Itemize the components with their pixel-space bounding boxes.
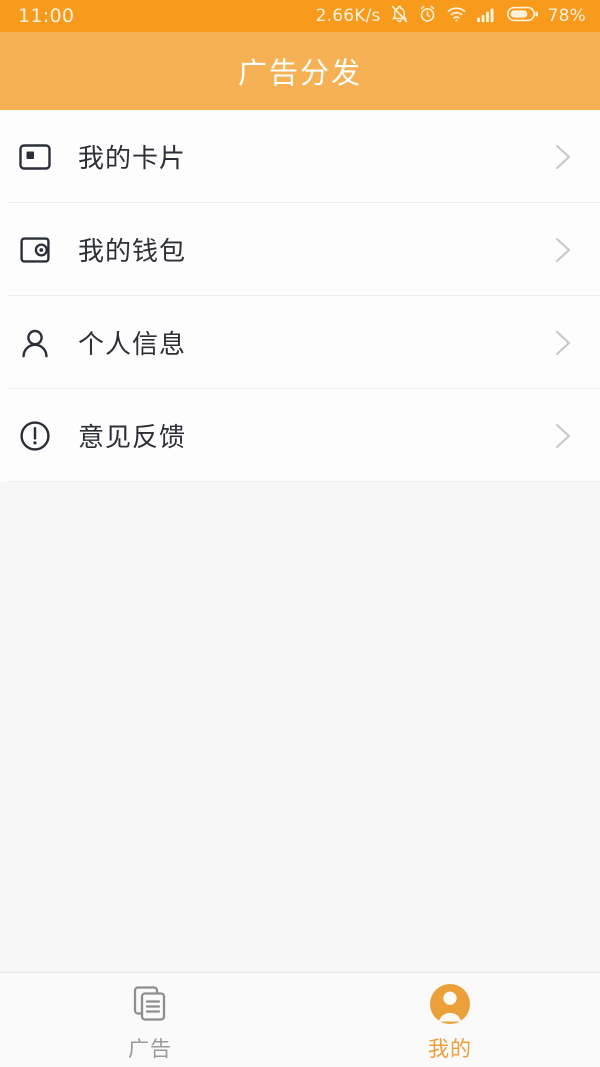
chevron-right-icon (550, 326, 576, 360)
battery-icon (506, 5, 539, 27)
list-item-feedback[interactable]: 意见反馈 (0, 389, 600, 482)
content-empty-area (0, 483, 600, 972)
mute-bell-icon (390, 4, 409, 28)
list-item-label: 我的钱包 (78, 237, 187, 267)
battery-percent-label: 78% (547, 6, 586, 26)
alarm-clock-icon (418, 4, 437, 28)
wifi-icon (446, 4, 467, 28)
signal-bars-icon (476, 5, 498, 27)
list-item-label: 意见反馈 (78, 423, 187, 453)
status-bar-clock: 11:00 (18, 5, 75, 27)
status-bar: 11:00 2.66K/s 78% (0, 0, 600, 32)
list-item-label: 个人信息 (78, 330, 187, 360)
tab-ads[interactable]: 广告 (0, 973, 300, 1067)
settings-list: 我的卡片 我的钱包 个人信息 意见反馈 (0, 110, 600, 482)
user-avatar-icon (427, 981, 473, 1027)
tab-label-ads: 广告 (128, 1037, 172, 1061)
card-icon (16, 138, 54, 176)
list-item-label: 我的卡片 (78, 144, 187, 174)
tab-mine[interactable]: 我的 (300, 973, 600, 1067)
list-item-my-wallet[interactable]: 我的钱包 (0, 203, 600, 296)
chevron-right-icon (550, 419, 576, 453)
bottom-tab-bar: 广告 我的 (0, 972, 600, 1067)
person-icon (16, 324, 54, 362)
status-bar-indicators: 2.66K/s 78% (316, 4, 586, 28)
documents-icon (127, 981, 173, 1027)
list-item-personal-info[interactable]: 个人信息 (0, 296, 600, 389)
wallet-icon (16, 231, 54, 269)
tab-label-mine: 我的 (428, 1037, 472, 1061)
app-header: 广告分发 (0, 32, 600, 110)
exclamation-circle-icon (16, 417, 54, 455)
phone-screen: 11:00 2.66K/s 78% 广告分发 我的卡片 我的钱包 个人信息 意见… (0, 0, 600, 1067)
chevron-right-icon (550, 140, 576, 174)
network-speed-label: 2.66K/s (315, 6, 381, 26)
chevron-right-icon (550, 233, 576, 267)
list-item-my-card[interactable]: 我的卡片 (0, 110, 600, 203)
page-title: 广告分发 (237, 56, 362, 90)
